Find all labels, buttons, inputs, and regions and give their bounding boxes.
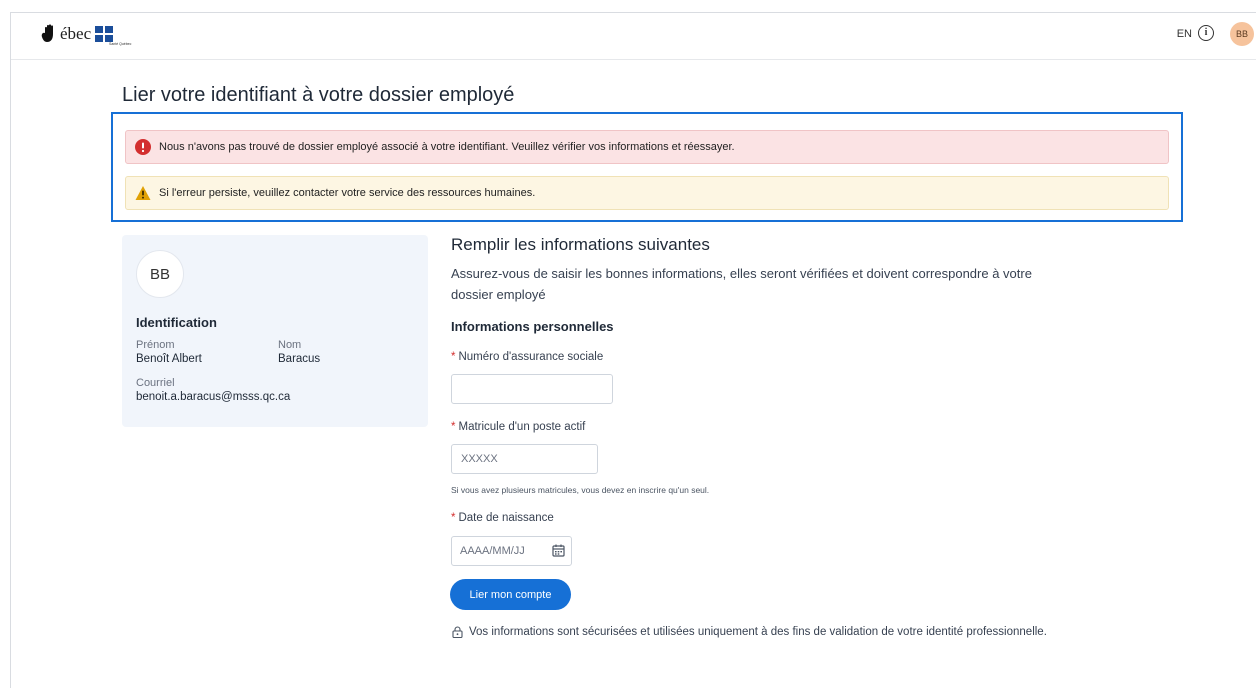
logo-subtitle: Santé Québec — [109, 42, 132, 46]
profile-card: BB Identification Prénom Benoît Albert N… — [122, 235, 428, 427]
alerts-highlight: Nous n'avons pas trouvé de dossier emplo… — [111, 112, 1183, 222]
employee-id-hint: Si vous avez plusieurs matricules, vous … — [451, 485, 710, 495]
security-note-text: Vos informations sont sécurisées et util… — [469, 626, 1047, 638]
top-bar: ébec Santé Québec EN i BB — [11, 13, 1256, 60]
personal-info-heading: Informations personnelles — [451, 319, 614, 334]
sin-input[interactable] — [451, 374, 613, 404]
first-name-label: Prénom — [136, 339, 175, 351]
required-marker: * — [451, 512, 456, 524]
warning-alert: Si l'erreur persiste, veuillez contacter… — [125, 176, 1169, 210]
employee-id-label-text: Matricule d'un poste actif — [458, 421, 586, 433]
calendar-icon[interactable] — [552, 544, 565, 557]
quebec-flag-icon — [95, 26, 114, 42]
employee-id-input[interactable] — [451, 444, 598, 474]
lock-icon — [452, 626, 463, 638]
birthdate-field — [451, 536, 572, 566]
employee-id-label: * Matricule d'un poste actif — [451, 421, 585, 433]
email-label: Courriel — [136, 377, 175, 389]
sin-label-text: Numéro d'assurance sociale — [458, 351, 604, 363]
language-toggle[interactable]: EN — [1177, 28, 1192, 40]
birthdate-label-text: Date de naissance — [458, 512, 554, 524]
logo-text: ébec — [60, 24, 92, 43]
required-marker: * — [451, 351, 456, 363]
form-title: Remplir les informations suivantes — [451, 235, 710, 254]
security-note: Vos informations sont sécurisées et util… — [452, 626, 1047, 638]
warning-alert-text: Si l'erreur persiste, veuillez contacter… — [159, 187, 536, 199]
birthdate-label: * Date de naissance — [451, 512, 554, 524]
error-alert-text: Nous n'avons pas trouvé de dossier emplo… — [159, 141, 735, 153]
first-name-value: Benoît Albert — [136, 353, 202, 365]
hand-logo-icon — [41, 24, 53, 42]
user-avatar[interactable]: BB — [1230, 22, 1254, 46]
profile-avatar: BB — [136, 250, 184, 298]
last-name-label: Nom — [278, 339, 302, 351]
warning-icon — [135, 186, 151, 200]
identification-heading: Identification — [136, 315, 217, 330]
last-name-value: Baracus — [278, 353, 321, 365]
form-description: Assurez-vous de saisir les bonnes inform… — [451, 266, 1032, 302]
email-value: benoit.a.baracus@msss.qc.ca — [136, 391, 291, 403]
info-icon[interactable]: i — [1198, 25, 1214, 41]
sin-label: * Numéro d'assurance sociale — [451, 351, 603, 363]
error-alert: Nous n'avons pas trouvé de dossier emplo… — [125, 130, 1169, 164]
error-icon — [135, 139, 151, 155]
app-frame: ébec Santé Québec EN i BB Lier votre ide… — [10, 12, 1256, 688]
page-title: Lier votre identifiant à votre dossier e… — [122, 84, 515, 106]
required-marker: * — [451, 421, 456, 433]
logo[interactable]: ébec Santé Québec — [39, 23, 131, 49]
birthdate-input[interactable] — [452, 537, 547, 565]
link-account-button[interactable]: Lier mon compte — [450, 579, 571, 610]
